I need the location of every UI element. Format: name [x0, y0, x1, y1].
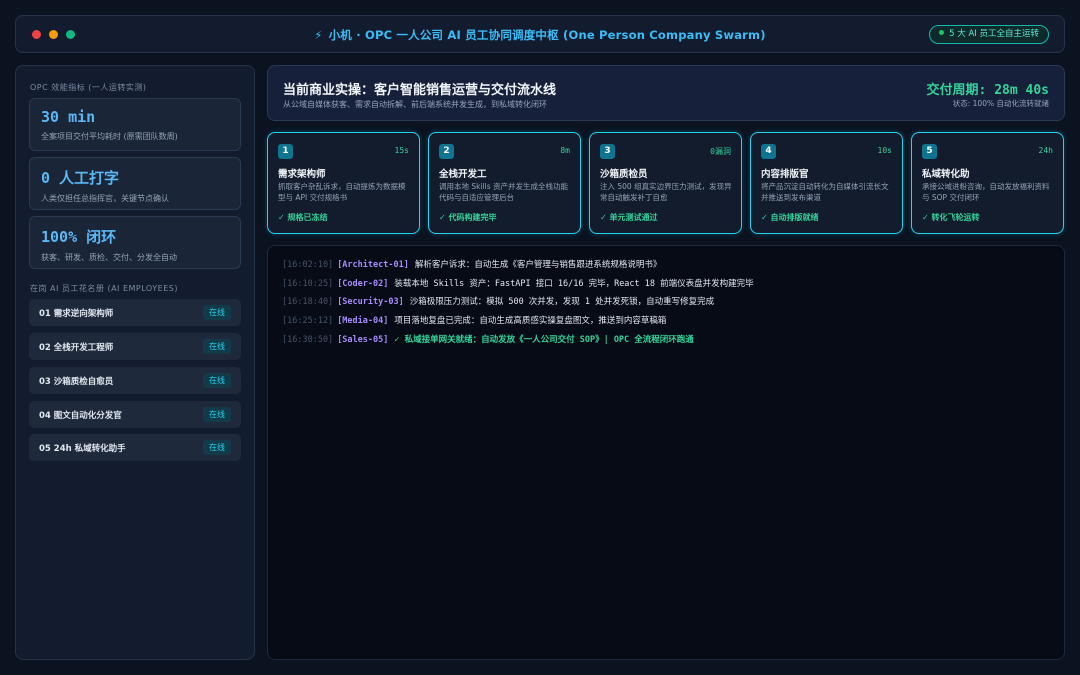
log-entry: [16:30:50] [Sales-05] ✓ 私域接单网关就绪：自动发放《一人公司…: [282, 333, 694, 345]
stage-number: 3: [600, 144, 615, 159]
stage-duration: 10s: [877, 146, 892, 155]
stage-duration: 15s: [394, 146, 409, 155]
stage-name: 私域转化助: [922, 169, 970, 180]
online-status-badge: 在线: [203, 305, 231, 320]
stage-duration: 24h: [1038, 146, 1053, 155]
stage-name: 内容排版官: [761, 169, 809, 180]
status-dot-icon: [939, 30, 945, 35]
sidebar: OPC 效能指标 (一人运转实测) 30 min 全案项目交付平均耗时 (原需团…: [15, 65, 255, 660]
stage-duration: 8m: [560, 146, 570, 155]
stage-duration: 0漏洞: [710, 147, 731, 156]
employee-item[interactable]: 03 沙箱质检自愈员 在线: [29, 367, 241, 394]
stage-card[interactable]: 3 0漏洞 沙箱质检员 注入 500 组真实边界压力测试，发现异常自动触发补丁自…: [589, 132, 742, 234]
metric-card: 0 人工打字 人类仅担任总指挥官，关键节点确认: [29, 157, 241, 210]
stage-description: 注入 500 组真实边界压力测试，发现异常自动触发补丁自愈: [600, 182, 732, 202]
log-timestamp: [16:18:40]: [282, 297, 334, 307]
log-message: 项目落地复盘已完成：自动生成高质感实操复盘图文，推送到内容草稿箱: [394, 316, 667, 326]
online-status-badge: 在线: [203, 440, 231, 455]
metric-label: 全案项目交付平均耗时 (原需团队数周): [41, 132, 178, 141]
employee-item[interactable]: 05 24h 私域转化助手 在线: [29, 434, 241, 461]
log-message: ✓ 私域接单网关就绪：自动发放《一人公司交付 SOP》| OPC 全流程闭环跑通: [394, 335, 694, 345]
app-title: ⚡ 小机 · OPC 一人公司 AI 员工协同调度中枢 (One Person C…: [16, 27, 1064, 43]
log-message: 沙箱极限压力测试：模拟 500 次并发，发现 1 处并发死锁，自动重写修复完成: [409, 297, 715, 307]
log-entry: [16:02:10] [Architect-01] 解析客户诉求：自动生成《客户管理…: [282, 258, 661, 270]
log-timestamp: [16:25:12]: [282, 316, 334, 326]
log-agent: [Media-04]: [337, 316, 389, 326]
title-bar: ⚡ 小机 · OPC 一人公司 AI 员工协同调度中枢 (One Person C…: [15, 15, 1065, 53]
log-message: 装载本地 Skills 资产：FastAPI 接口 16/16 完毕，React…: [394, 279, 754, 289]
metric-value: 0 人工打字: [41, 169, 120, 187]
log-agent: [Sales-05]: [337, 335, 389, 345]
online-status-badge: 在线: [203, 407, 231, 422]
log-console[interactable]: [16:02:10] [Architect-01] 解析客户诉求：自动生成《客户管理…: [267, 245, 1065, 660]
employee-item[interactable]: 04 图文自动化分发官 在线: [29, 401, 241, 428]
employee-item[interactable]: 02 全栈开发工程师 在线: [29, 333, 241, 360]
stage-card[interactable]: 2 8m 全栈开发工 调用本地 Skills 资产并发生成全栈功能代码与自适应管…: [428, 132, 581, 234]
employee-name: 05 24h 私域转化助手: [39, 443, 126, 454]
employee-name: 02 全栈开发工程师: [39, 342, 114, 353]
log-agent: [Coder-02]: [337, 279, 389, 289]
stage-card[interactable]: 1 15s 需求架构师 抓取客户杂乱诉求，自动提炼为数据模型与 API 交付规格…: [267, 132, 420, 234]
stage-name: 全栈开发工: [439, 169, 487, 180]
stage-number: 1: [278, 144, 293, 159]
stage-number: 2: [439, 144, 454, 159]
stage-status: ✓ 代码构建完毕: [439, 213, 497, 222]
metric-card: 100% 闭环 获客、研发、质检、交付、分发全自动: [29, 216, 241, 269]
employees-heading: 在岗 AI 员工花名册 (AI EMPLOYEES): [30, 284, 178, 293]
log-timestamp: [16:02:10]: [282, 260, 334, 270]
stage-status: ✓ 规格已冻结: [278, 213, 328, 222]
stage-card[interactable]: 5 24h 私域转化助 承接公域进粉咨询，自动发放福利资料与 SOP 交付闭环 …: [911, 132, 1064, 234]
stage-description: 承接公域进粉咨询，自动发放福利资料与 SOP 交付闭环: [922, 182, 1050, 202]
metrics-heading: OPC 效能指标 (一人运转实测): [30, 83, 147, 92]
stage-status: ✓ 自动排版就绪: [761, 213, 819, 222]
run-status-badge: 5 大 AI 员工全自主运转: [929, 25, 1049, 44]
log-agent: [Security-03]: [337, 297, 404, 307]
metric-label: 人类仅担任总指挥官，关键节点确认: [41, 194, 169, 203]
employee-item[interactable]: 01 需求逆向架构师 在线: [29, 299, 241, 326]
log-entry: [16:25:12] [Media-04] 项目落地复盘已完成：自动生成高质感实操复…: [282, 314, 666, 326]
delivery-cycle: 交付周期: 28m 40s: [926, 83, 1049, 98]
online-status-badge: 在线: [203, 373, 231, 388]
stage-number: 4: [761, 144, 776, 159]
run-status-text: 5 大 AI 员工全自主运转: [949, 29, 1039, 39]
page-title: 当前商业实操：客户智能销售运营与交付流水线: [283, 83, 557, 98]
stage-description: 调用本地 Skills 资产并发生成全栈功能代码与自适应管理后台: [439, 182, 569, 202]
log-timestamp: [16:30:50]: [282, 335, 334, 345]
log-entry: [16:10:25] [Coder-02] 装载本地 Skills 资产：FastA…: [282, 277, 754, 289]
pipeline-header: 当前商业实操：客户智能销售运营与交付流水线 从公域自媒体获客、需求自动拆解、前后…: [267, 65, 1065, 121]
stage-description: 将产品沉淀自动转化为自媒体引流长文并推送到发布渠道: [761, 182, 889, 202]
stage-name: 需求架构师: [278, 169, 326, 180]
metric-card: 30 min 全案项目交付平均耗时 (原需团队数周): [29, 98, 241, 151]
stage-card[interactable]: 4 10s 内容排版官 将产品沉淀自动转化为自媒体引流长文并推送到发布渠道 ✓ …: [750, 132, 903, 234]
online-status-badge: 在线: [203, 339, 231, 354]
stage-number: 5: [922, 144, 937, 159]
automation-state: 状态: 100% 自动化流转就绪: [952, 99, 1049, 108]
log-agent: [Architect-01]: [337, 260, 409, 270]
log-message: 解析客户诉求：自动生成《客户管理与销售跟进系统规格说明书》: [414, 260, 662, 270]
stage-status: ✓ 转化飞轮运转: [922, 213, 980, 222]
log-entry: [16:18:40] [Security-03] 沙箱极限压力测试：模拟 500 次…: [282, 295, 714, 307]
employee-name: 03 沙箱质检自愈员: [39, 376, 114, 387]
app-title-text: 小机 · OPC 一人公司 AI 员工协同调度中枢 (One Person Co…: [328, 28, 766, 42]
lightning-icon: ⚡: [314, 28, 323, 42]
employee-name: 01 需求逆向架构师: [39, 308, 114, 319]
stage-status: ✓ 单元测试通过: [600, 213, 658, 222]
employee-name: 04 图文自动化分发官: [39, 410, 122, 421]
stage-name: 沙箱质检员: [600, 169, 648, 180]
metric-label: 获客、研发、质检、交付、分发全自动: [41, 253, 177, 262]
stage-description: 抓取客户杂乱诉求，自动提炼为数据模型与 API 交付规格书: [278, 182, 406, 202]
metric-value: 30 min: [41, 108, 96, 126]
log-timestamp: [16:10:25]: [282, 279, 334, 289]
metric-value: 100% 闭环: [41, 228, 117, 246]
page-subtitle: 从公域自媒体获客、需求自动拆解、前后端系统并发生成，到私域转化闭环: [283, 100, 547, 109]
